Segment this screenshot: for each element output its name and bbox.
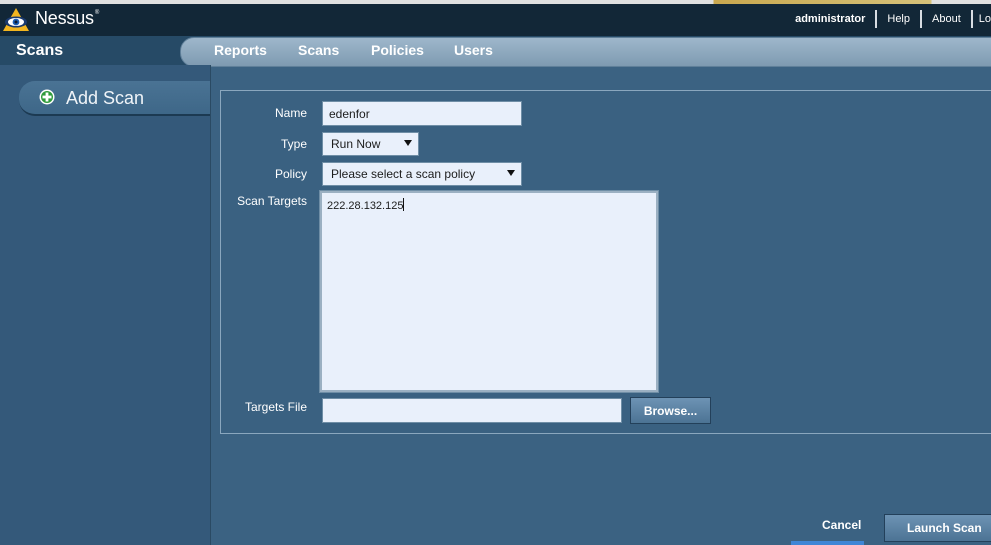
type-label: Type bbox=[280, 137, 307, 151]
type-value: Run Now bbox=[331, 137, 381, 151]
policy-select[interactable]: Please select a scan policy bbox=[322, 162, 522, 186]
top-links: administrator Help About Lo bbox=[795, 10, 991, 28]
section-title: Scans bbox=[16, 42, 64, 59]
launch-scan-button[interactable]: Launch Scan bbox=[884, 514, 991, 542]
add-scan-label: Add Scan bbox=[66, 88, 145, 108]
policy-value: Please select a scan policy bbox=[331, 167, 476, 181]
about-link[interactable]: About bbox=[922, 13, 971, 25]
scan-targets-label: Scan Targets bbox=[237, 194, 307, 208]
help-link[interactable]: Help bbox=[877, 13, 920, 25]
eye-logo-icon bbox=[3, 8, 29, 31]
browse-button[interactable]: Browse... bbox=[630, 397, 711, 424]
sidebar bbox=[0, 65, 210, 545]
plus-circle-icon bbox=[39, 89, 55, 105]
targets-file-field[interactable] bbox=[322, 398, 622, 423]
user-name: administrator bbox=[795, 13, 866, 25]
app-name: Nessus bbox=[35, 8, 94, 28]
name-value: edenfor bbox=[329, 106, 370, 121]
dropdown-arrow-icon bbox=[507, 170, 515, 176]
nav-policies[interactable]: Policies bbox=[371, 42, 424, 58]
trademark-mark: ® bbox=[94, 10, 100, 16]
scan-targets-value: 222.28.132.125 bbox=[327, 200, 404, 212]
nav-users[interactable]: Users bbox=[454, 42, 493, 58]
logout-link[interactable]: Lo bbox=[973, 13, 991, 25]
dropdown-arrow-icon bbox=[404, 140, 412, 146]
scan-targets-textarea[interactable]: 222.28.132.125 bbox=[320, 191, 658, 392]
type-select[interactable]: Run Now bbox=[322, 132, 419, 156]
nav-scans[interactable]: Scans bbox=[298, 42, 339, 58]
nav-reports[interactable]: Reports bbox=[214, 42, 267, 58]
app-logo-text: Nessus® bbox=[35, 8, 100, 29]
cancel-focus-indicator bbox=[791, 541, 864, 545]
name-field[interactable]: edenfor bbox=[322, 101, 522, 126]
targets-file-label: Targets File bbox=[244, 400, 307, 414]
text-caret bbox=[403, 198, 405, 211]
name-label: Name bbox=[274, 106, 307, 120]
cancel-button[interactable]: Cancel bbox=[822, 518, 861, 532]
policy-label: Policy bbox=[274, 167, 307, 181]
